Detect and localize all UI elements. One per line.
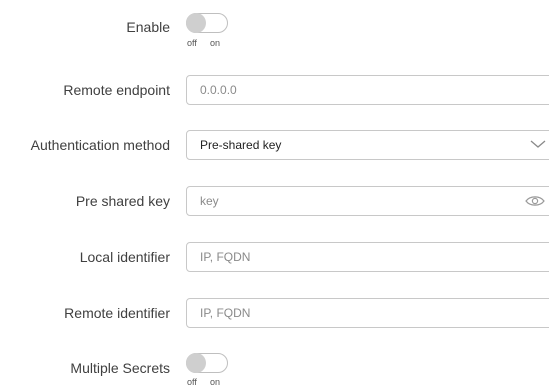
chevron-down-icon (529, 137, 547, 156)
remote-endpoint-input[interactable] (187, 76, 520, 104)
pre-shared-key-field (186, 186, 549, 216)
local-identifier-input[interactable] (187, 243, 520, 271)
remote-identifier-input[interactable] (187, 299, 520, 327)
enable-on-text: on (210, 38, 221, 48)
eye-icon[interactable] (525, 194, 545, 213)
multiple-secrets-on-text: on (210, 377, 221, 387)
enable-toggle[interactable] (186, 13, 228, 33)
remote-identifier-field (186, 298, 549, 328)
toggle-knob (186, 13, 206, 33)
remote-endpoint-label: Remote endpoint (63, 82, 170, 98)
enable-off-text: off (187, 38, 197, 48)
pre-shared-key-input[interactable] (187, 187, 520, 215)
multiple-secrets-label: Multiple Secrets (70, 360, 170, 376)
local-identifier-field (186, 242, 549, 272)
local-identifier-label: Local identifier (79, 249, 170, 265)
auth-method-select[interactable]: Pre-shared key (186, 130, 549, 160)
auth-method-selected-value: Pre-shared key (200, 138, 282, 152)
remote-identifier-label: Remote identifier (64, 305, 170, 321)
multiple-secrets-toggle[interactable] (186, 353, 228, 373)
toggle-knob (186, 353, 206, 373)
auth-method-label: Authentication method (30, 137, 170, 153)
pre-shared-key-label: Pre shared key (75, 193, 170, 209)
enable-label: Enable (126, 19, 170, 35)
remote-endpoint-field (186, 75, 549, 105)
multiple-secrets-off-text: off (187, 377, 197, 387)
